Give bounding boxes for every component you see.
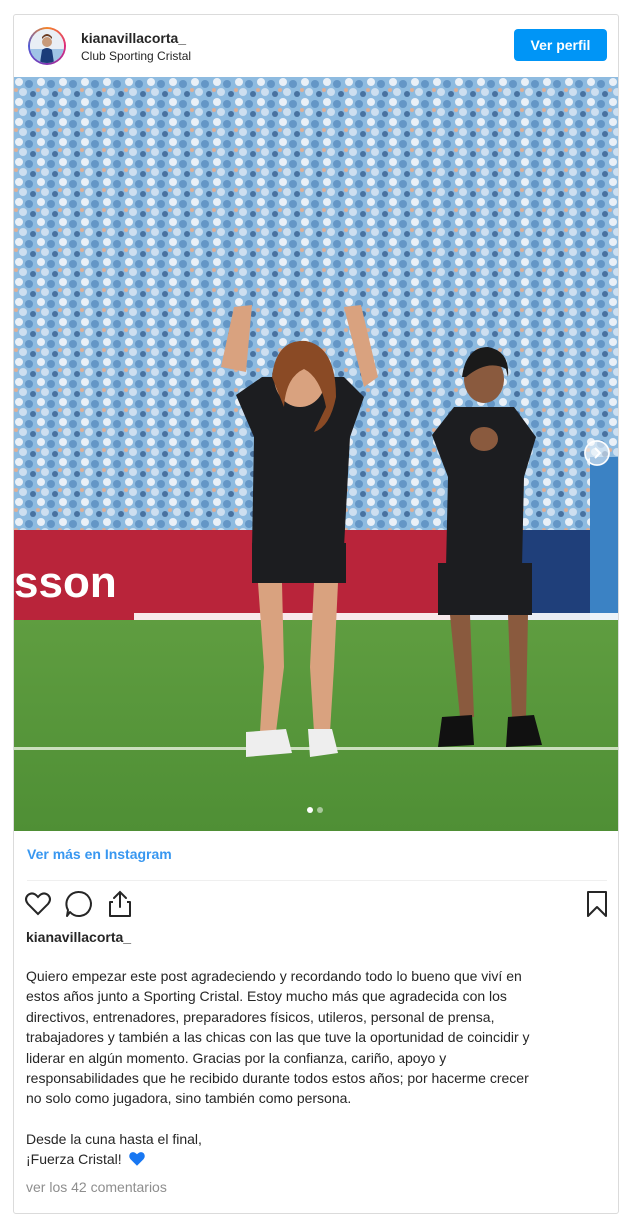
caption-line: responsabilidades que he recibido durant…	[26, 1070, 529, 1087]
view-profile-button[interactable]: Ver perfil	[514, 29, 607, 61]
caption-line: no solo como jugadora, sino también como…	[26, 1090, 352, 1107]
stadium-photo: sson	[14, 77, 618, 831]
header-username[interactable]: kianavillacorta_	[81, 30, 186, 46]
post-image[interactable]: sson	[14, 77, 618, 831]
caption-closing-2: ¡Fuerza Cristal!	[26, 1149, 606, 1169]
banner-text: sson	[14, 558, 117, 607]
share-button[interactable]	[105, 889, 135, 919]
share-icon	[109, 890, 131, 917]
caption-line: Quiero empezar este post agradeciendo y …	[26, 968, 522, 984]
comment-icon	[65, 890, 92, 917]
caption-closing-text: ¡Fuerza Cristal!	[26, 1151, 122, 1168]
like-button[interactable]	[23, 889, 53, 919]
caption-closing: Desde la cuna hasta el final,	[26, 1130, 202, 1147]
avatar-image	[30, 29, 64, 63]
carousel-next-button[interactable]	[584, 440, 610, 466]
blue-heart-icon	[128, 1152, 145, 1166]
caption-line: liderar en algún momento. Gracias por la…	[26, 1049, 447, 1066]
post-header: kianavillacorta_ Club Sporting Cristal V…	[14, 15, 618, 77]
caption-line: directivos, entrenadores, preparadores f…	[26, 1008, 495, 1025]
see-more-link[interactable]: Ver más en Instagram	[27, 846, 172, 862]
post-username[interactable]: kianavillacorta_	[26, 929, 131, 945]
header-location[interactable]: Club Sporting Cristal	[81, 49, 191, 63]
chevron-right-icon	[584, 440, 610, 466]
view-comments-link[interactable]: ver los 42 comentarios	[26, 1179, 167, 1195]
bookmark-icon	[587, 891, 607, 917]
avatar[interactable]	[28, 27, 66, 65]
instagram-embed-card: kianavillacorta_ Club Sporting Cristal V…	[13, 14, 619, 1214]
save-button[interactable]	[582, 889, 612, 919]
heart-icon	[25, 892, 51, 916]
comment-button[interactable]	[64, 889, 94, 919]
caption-line: trabajadores y también a las chicas con …	[26, 1029, 530, 1046]
caption: Quiero empezar este post agradeciendo y …	[26, 966, 606, 1170]
divider	[27, 880, 607, 881]
caption-line: estos años junto a Sporting Cristal. Est…	[26, 988, 507, 1005]
